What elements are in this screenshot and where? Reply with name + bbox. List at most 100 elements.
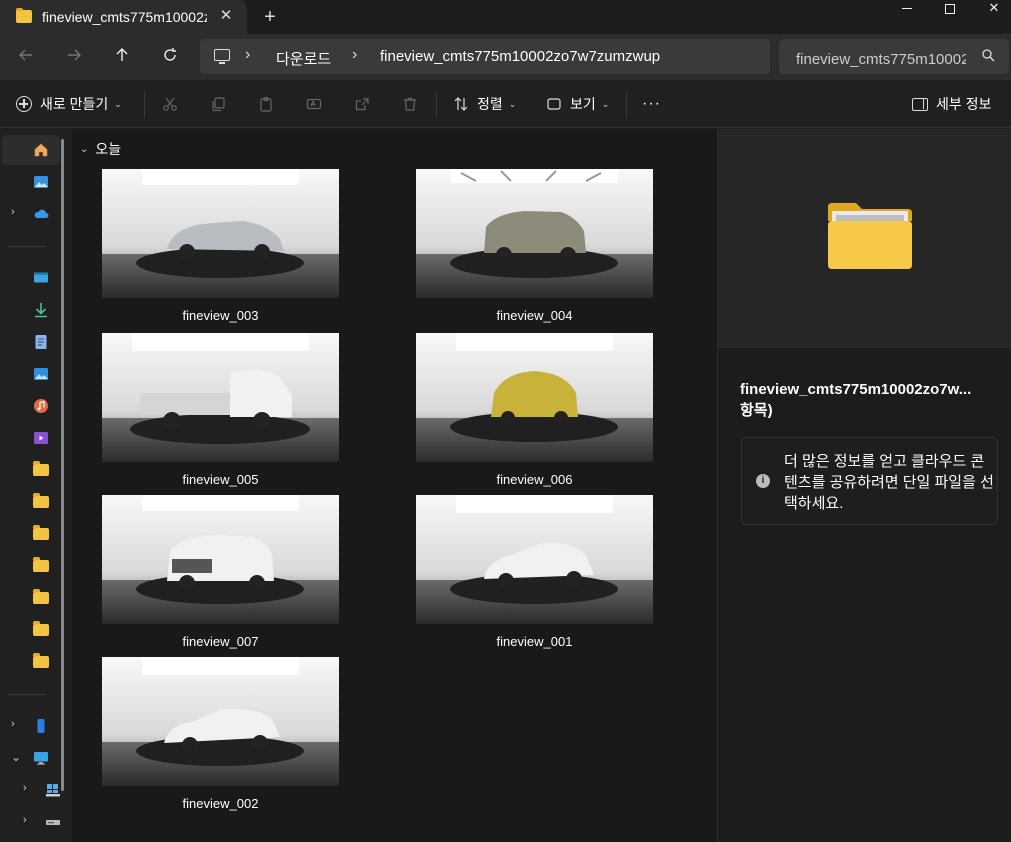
- search-input[interactable]: fineview_cmts775m10002zo7w7zumzwup 검색: [796, 48, 966, 69]
- sidebar-item-documents[interactable]: [2, 327, 60, 357]
- car-thumbnail-image: [416, 495, 653, 624]
- arrow-left-icon: [19, 49, 32, 61]
- video-icon: [34, 432, 48, 444]
- more-options-button[interactable]: ···: [642, 80, 661, 128]
- file-item[interactable]: fineview_005: [102, 333, 339, 487]
- chevron-down-icon[interactable]: ⌄: [11, 750, 21, 764]
- close-window-button[interactable]: ✕: [971, 0, 1011, 16]
- tab-title: fineview_cmts775m10002zo7w7zumzwup: [42, 9, 207, 25]
- chevron-right-icon[interactable]: ›: [11, 718, 15, 730]
- sidebar-item-desktop[interactable]: [2, 263, 60, 293]
- sidebar-item-folder-5[interactable]: [2, 583, 60, 613]
- sidebar-item-home[interactable]: [2, 135, 60, 165]
- sidebar-item-folder-7[interactable]: [2, 647, 60, 677]
- cut-button[interactable]: [162, 80, 178, 128]
- chevron-right-icon[interactable]: ›: [352, 46, 357, 64]
- back-button[interactable]: [12, 44, 40, 70]
- navigation-pane: › › ⌄ › ›: [0, 129, 72, 842]
- file-item[interactable]: fineview_004: [416, 169, 653, 323]
- details-label: 세부 정보: [936, 96, 992, 112]
- address-bar[interactable]: › 다운로드 › fineview_cmts775m10002zo7w7zumz…: [200, 39, 770, 74]
- minimize-button[interactable]: [884, 0, 930, 16]
- folder-icon: [16, 8, 32, 23]
- sidebar-item-pictures[interactable]: [2, 359, 60, 389]
- rename-icon: [306, 98, 322, 110]
- paste-button[interactable]: [258, 80, 274, 128]
- sidebar-item-folder-1[interactable]: [2, 455, 60, 485]
- car-thumbnail-image: [102, 333, 339, 462]
- file-name: fineview_005: [182, 472, 259, 487]
- sidebar-item-folder-4[interactable]: [2, 551, 60, 581]
- folder-icon: [33, 653, 49, 668]
- sidebar-item-videos[interactable]: [2, 423, 60, 453]
- file-item[interactable]: fineview_006: [416, 333, 653, 487]
- address-row: › 다운로드 › fineview_cmts775m10002zo7w7zumz…: [0, 34, 1011, 80]
- this-pc-icon: [214, 49, 230, 64]
- title-bar: fineview_cmts775m10002zo7w7zumzwup ✕ + ✕: [0, 0, 1011, 34]
- sidebar-item-downloads[interactable]: [2, 295, 60, 325]
- separator: [626, 92, 627, 118]
- folder-icon: [33, 493, 49, 508]
- view-button[interactable]: 보기 ⌄: [546, 80, 609, 128]
- file-name: fineview_006: [496, 472, 573, 487]
- view-label: 보기: [570, 96, 596, 112]
- car-thumbnail-image: [102, 657, 339, 786]
- file-item[interactable]: fineview_002: [102, 657, 339, 811]
- sidebar-item-this-pc[interactable]: ⌄: [2, 743, 60, 773]
- breadcrumb-downloads[interactable]: 다운로드: [276, 48, 331, 69]
- delete-button[interactable]: [402, 80, 418, 128]
- sidebar-item-onedrive[interactable]: ›: [2, 199, 60, 229]
- file-name: fineview_004: [496, 308, 573, 323]
- sidebar-item-folder-2[interactable]: [2, 487, 60, 517]
- chevron-right-icon[interactable]: ›: [245, 46, 250, 64]
- command-bar: 새로 만들기 ⌄ 정렬 ⌄ 보기 ⌄ ··· 세부 정보: [0, 80, 1011, 128]
- sort-label: 정렬: [477, 96, 503, 112]
- divider: [8, 246, 46, 247]
- chevron-right-icon[interactable]: ›: [23, 782, 27, 794]
- details-pane-icon: [912, 97, 928, 111]
- scissors-icon: [163, 97, 177, 111]
- maximize-button[interactable]: [927, 0, 973, 16]
- file-item[interactable]: fineview_003: [102, 169, 339, 323]
- sidebar-item-gallery[interactable]: [2, 167, 60, 197]
- new-button[interactable]: 새로 만들기 ⌄: [16, 80, 122, 128]
- sidebar-item-folder-6[interactable]: [2, 615, 60, 645]
- file-item[interactable]: fineview_007: [102, 495, 339, 649]
- chevron-down-icon: ⌄: [601, 98, 610, 109]
- details-title-line2: 항목): [740, 402, 773, 419]
- separator: [436, 92, 437, 118]
- sort-button[interactable]: 정렬 ⌄: [453, 80, 516, 128]
- sidebar-item-drive-d[interactable]: ›: [14, 807, 72, 837]
- breadcrumb-folder[interactable]: fineview_cmts775m10002zo7w7zumzwup: [380, 48, 660, 65]
- sidebar-item-folder-3[interactable]: [2, 519, 60, 549]
- arrow-up-icon: [116, 48, 128, 61]
- chevron-right-icon[interactable]: ›: [23, 814, 27, 826]
- sidebar-scrollbar[interactable]: [61, 139, 64, 791]
- close-tab-icon[interactable]: ✕: [217, 7, 235, 25]
- copy-button[interactable]: [210, 80, 226, 128]
- add-icon: [16, 96, 32, 112]
- share-button[interactable]: [354, 80, 370, 128]
- new-tab-button[interactable]: +: [259, 6, 281, 28]
- sidebar-item-music[interactable]: [2, 391, 60, 421]
- refresh-button[interactable]: [156, 44, 184, 70]
- rename-button[interactable]: [306, 80, 322, 128]
- folder-icon: [33, 557, 49, 572]
- up-button[interactable]: [108, 44, 136, 70]
- file-name: fineview_003: [182, 308, 259, 323]
- details-pane-button[interactable]: 세부 정보: [912, 80, 991, 128]
- minimize-icon: [902, 8, 912, 10]
- explorer-tab[interactable]: fineview_cmts775m10002zo7w7zumzwup ✕: [0, 0, 247, 34]
- search-box[interactable]: fineview_cmts775m10002zo7w7zumzwup 검색: [779, 39, 1009, 74]
- forward-button[interactable]: [60, 44, 88, 70]
- group-header-today[interactable]: ⌄ 오늘: [80, 139, 121, 159]
- divider: [8, 694, 46, 695]
- file-item[interactable]: fineview_001: [416, 495, 653, 649]
- sidebar-item-phone[interactable]: ›: [2, 711, 60, 741]
- chevron-right-icon[interactable]: ›: [11, 206, 15, 218]
- folder-icon: [828, 203, 912, 269]
- refresh-icon: [164, 48, 176, 61]
- folder-icon: [33, 461, 49, 476]
- gallery-icon: [34, 176, 48, 188]
- info-message: 더 많은 정보를 얻고 클라우드 콘텐츠를 공유하려면 단일 파일을 선택하세요…: [784, 453, 994, 512]
